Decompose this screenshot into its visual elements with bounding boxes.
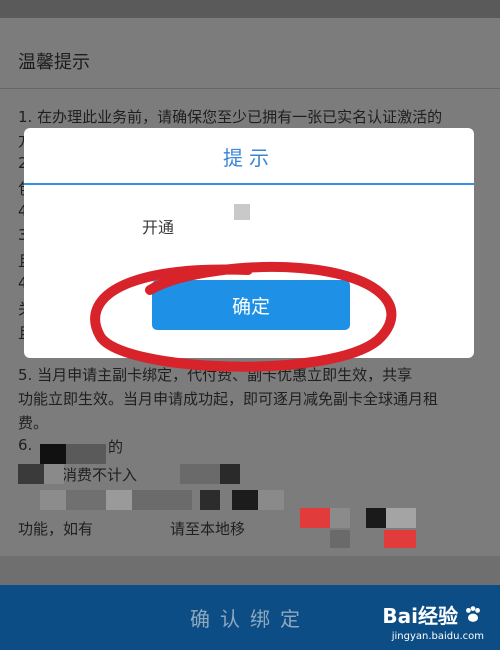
dialog-title: 提示 <box>223 146 275 170</box>
notice-line-7: 功能，如有 <box>18 520 94 538</box>
watermark-brand: Bai经验 <box>382 600 484 629</box>
dialog-message-redaction <box>234 204 250 220</box>
notice-line-5c: 费。 <box>18 414 49 432</box>
notice-line-6c: 的 <box>108 438 124 456</box>
ok-button[interactable]: 确定 <box>152 280 350 330</box>
notice-title: 温馨提示 <box>18 52 90 73</box>
top-strip <box>0 0 500 18</box>
notice-line-6b: 消费不计入 <box>62 466 138 484</box>
notice-line-6: 6. <box>18 436 33 454</box>
dialog-message: 开通 <box>142 218 175 237</box>
paw-logo-icon <box>466 605 480 622</box>
baidu-jingyan-watermark: Bai经验 jingyan.baidu.com <box>382 600 484 642</box>
notice-line-7b: 请至本地移 <box>170 520 246 538</box>
watermark-url: jingyan.baidu.com <box>391 631 484 642</box>
notice-divider <box>0 88 500 89</box>
watermark-brand-text: Bai经验 <box>382 604 458 628</box>
notice-line-1: 1. 在办理此业务前，请确保您至少已拥有一张已实名认证激活的 <box>18 108 443 126</box>
notice-line-5: 5. 当月申请主副卡绑定，代付费、副卡优惠立即生效，共享 <box>18 366 413 384</box>
prompt-dialog: 提示 开通 确定 <box>24 128 474 358</box>
dialog-title-divider <box>24 183 474 185</box>
notice-line-5b: 功能立即生效。当月申请成功起，即可逐月减免副卡全球通月租 <box>18 390 439 408</box>
